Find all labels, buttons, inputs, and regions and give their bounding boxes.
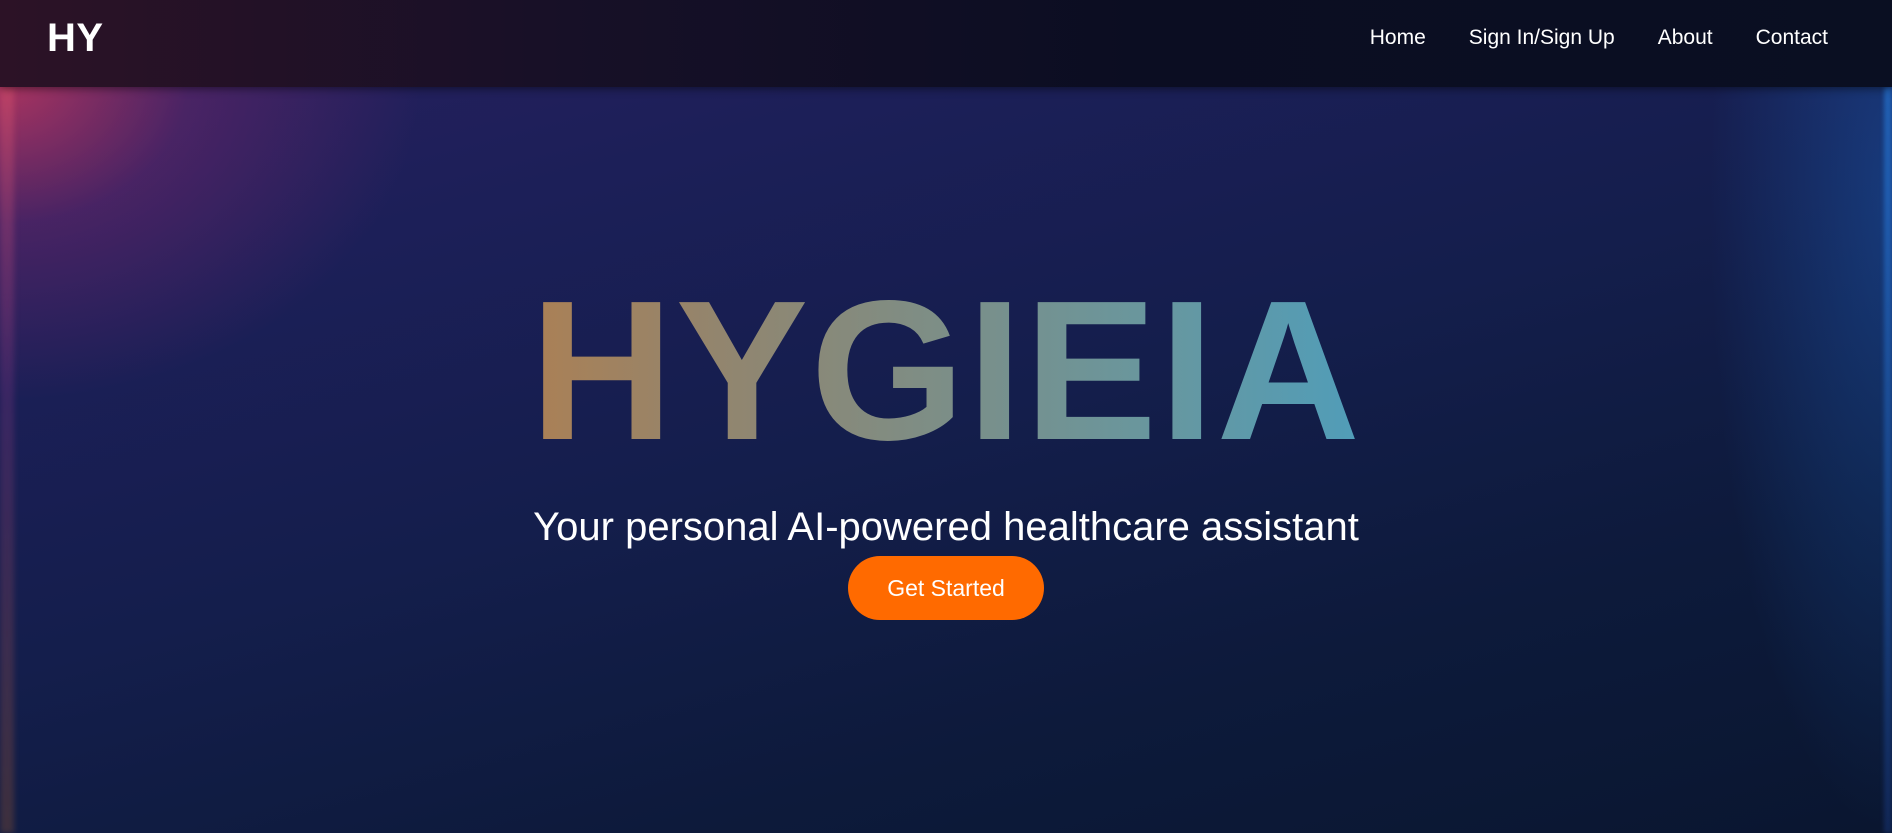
- nav-link-home[interactable]: Home: [1370, 26, 1426, 50]
- top-navbar: HY Home Sign In/Sign Up About Contact: [0, 0, 1892, 87]
- nav-links: Home Sign In/Sign Up About Contact: [1327, 26, 1828, 50]
- hero-subtitle: Your personal AI-powered healthcare assi…: [533, 505, 1359, 549]
- brand-logo[interactable]: HY: [47, 16, 104, 61]
- nav-link-sign-in-sign-up[interactable]: Sign In/Sign Up: [1469, 26, 1615, 50]
- nav-link-about[interactable]: About: [1658, 26, 1713, 50]
- hero-section: HYGIEIA Your personal AI-powered healthc…: [0, 87, 1892, 833]
- get-started-button[interactable]: Get Started: [848, 556, 1044, 620]
- hero-title: HYGIEIA: [0, 272, 1892, 471]
- landing-page: HY Home Sign In/Sign Up About Contact HY…: [0, 0, 1892, 833]
- nav-link-contact[interactable]: Contact: [1756, 26, 1828, 50]
